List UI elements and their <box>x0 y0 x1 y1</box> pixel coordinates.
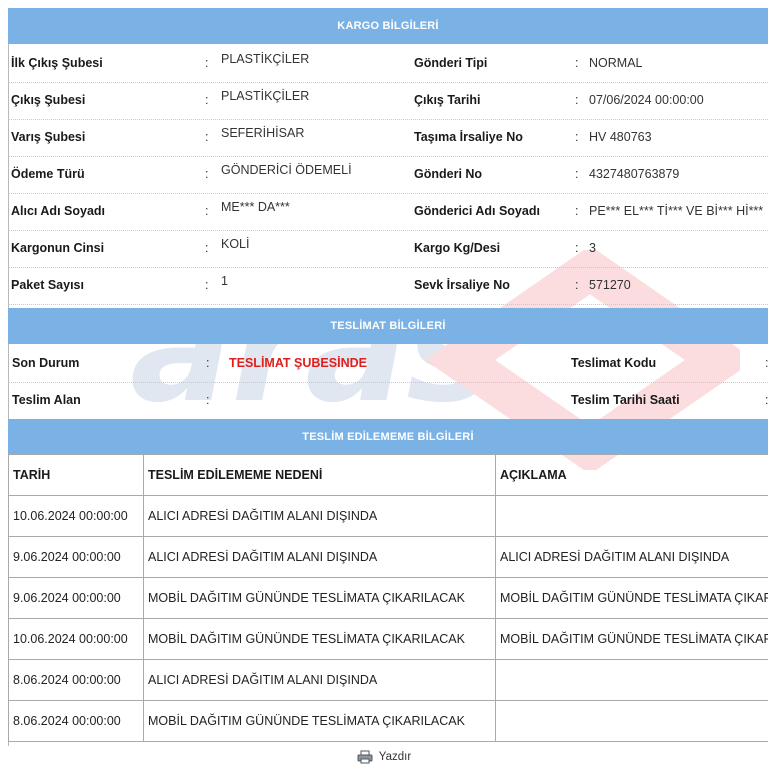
teslimat-colon: : <box>206 356 210 370</box>
table-cell: MOBİL DAĞITIM GÜNÜNDE TESLİMATA ÇIKARILA… <box>143 700 496 742</box>
table-row: 8.06.2024 00:00:00 MOBİL DAĞITIM GÜNÜNDE … <box>8 700 768 742</box>
kargo-colon: : <box>575 204 579 218</box>
kargo-label: Çıkış Tarihi <box>414 93 481 107</box>
table-cell: MOBİL DAĞITIM GÜNÜNDE TESLİMATA ÇIKARILA… <box>143 618 496 660</box>
kargo-value: PLASTİKÇİLER <box>221 89 310 103</box>
print-link[interactable]: Yazdır <box>0 746 768 768</box>
kargo-value: PE*** EL*** Tİ*** VE Bİ*** Hİ*** <box>589 204 764 218</box>
table-cell: 8.06.2024 00:00:00 <box>8 659 144 701</box>
kargo-value: 1 <box>221 274 228 288</box>
kargo-value: HV 480763 <box>589 130 652 144</box>
kargo-label: Varış Şubesi <box>11 130 86 144</box>
kargo-label: Kargonun Cinsi <box>11 241 105 255</box>
edilememe-section-header: TESLİM EDİLEMEME BİLGİLERİ <box>8 419 768 455</box>
kargo-colon: : <box>575 278 579 292</box>
teslimat-label: Teslimat Kodu <box>571 356 657 370</box>
kargo-colon: : <box>205 56 209 70</box>
kargo-row: İlk Çıkış Şubesi: PLASTİKÇİLER Gönderi Tip… <box>8 45 768 83</box>
kargo-colon: : <box>205 241 209 255</box>
table-header-row: TARİH TESLİM EDİLEMEME NEDENİ AÇIKLAMA <box>8 454 768 496</box>
table-cell: 9.06.2024 00:00:00 <box>8 577 144 619</box>
col-header-tarih: TARİH <box>8 454 144 496</box>
kargo-colon: : <box>575 93 579 107</box>
kargo-row: Alıcı Adı Soyadı: ME*** DA*** Gönderici Ad… <box>8 193 768 231</box>
printer-icon <box>357 750 373 764</box>
col-header-neden: TESLİM EDİLEMEME NEDENİ <box>143 454 496 496</box>
kargo-row: Ödeme Türü: GÖNDERİCİ ÖDEMELİ Gönderi No:4… <box>8 156 768 194</box>
kargo-value: PLASTİKÇİLER <box>221 52 310 66</box>
kargo-colon: : <box>575 56 579 70</box>
kargo-value: 571270 <box>589 278 631 292</box>
kargo-value: 07/06/2024 00:00:00 <box>589 93 704 107</box>
kargo-row: Kargonun Cinsi: KOLİ Kargo Kg/Desi:3 <box>8 230 768 268</box>
kargo-value: NORMAL <box>589 56 643 70</box>
kargo-colon: : <box>205 167 209 181</box>
table-row: 10.06.2024 00:00:00 MOBİL DAĞITIM GÜNÜNDE… <box>8 618 768 660</box>
table-cell: ALICI ADRESİ DAĞITIM ALANI DIŞINDA <box>143 536 496 578</box>
table-row: 10.06.2024 00:00:00 ALICI ADRESİ DAĞITIM … <box>8 495 768 537</box>
kargo-colon: : <box>205 93 209 107</box>
table-cell: 10.06.2024 00:00:00 <box>8 495 144 537</box>
kargo-colon: : <box>205 278 209 292</box>
kargo-colon: : <box>575 130 579 144</box>
col-header-aciklama: AÇIKLAMA <box>495 454 768 496</box>
kargo-colon: : <box>575 241 579 255</box>
kargo-colon: : <box>205 130 209 144</box>
teslim-edilememe-table: TARİH TESLİM EDİLEMEME NEDENİ AÇIKLAMA 1… <box>8 454 768 742</box>
teslimat-row: Teslim Alan:Teslim Tarihi Saati: <box>8 382 768 420</box>
table-cell: MOBİL DAĞITIM GÜNÜNDE TESLİMATA ÇIKARILA… <box>495 618 768 660</box>
kargo-label: Gönderici Adı Soyadı <box>414 204 540 218</box>
table-row: 8.06.2024 00:00:00 ALICI ADRESİ DAĞITIM A… <box>8 659 768 701</box>
table-cell: 10.06.2024 00:00:00 <box>8 618 144 660</box>
teslimat-label: Teslim Tarihi Saati <box>571 393 680 407</box>
kargo-label: İlk Çıkış Şubesi <box>11 56 103 70</box>
kargo-value: GÖNDERİCİ ÖDEMELİ <box>221 163 352 177</box>
kargo-section-header: KARGO BİLGİLERİ <box>8 8 768 44</box>
kargo-label: Gönderi Tipi <box>414 56 488 70</box>
kargo-label: Çıkış Şubesi <box>11 93 86 107</box>
kargo-label: Paket Sayısı <box>11 278 84 292</box>
teslimat-section-header: TESLİMAT BİLGİLERİ <box>8 308 768 344</box>
kargo-label: Taşıma İrsaliye No <box>414 130 523 144</box>
table-cell: 9.06.2024 00:00:00 <box>8 536 144 578</box>
kargo-label: Ödeme Türü <box>11 167 85 181</box>
print-label[interactable]: Yazdır <box>379 751 411 763</box>
status-value: TESLİMAT ŞUBESİNDE <box>229 356 367 370</box>
kargo-label: Alıcı Adı Soyadı <box>11 204 106 218</box>
kargo-label: Sevk İrsaliye No <box>414 278 510 292</box>
kargo-value: KOLİ <box>221 237 250 251</box>
table-cell: ALICI ADRESİ DAĞITIM ALANI DIŞINDA <box>143 659 496 701</box>
table-cell: MOBİL DAĞITIM GÜNÜNDE TESLİMATA ÇIKARILA… <box>495 577 768 619</box>
kargo-label: Gönderi No <box>414 167 483 181</box>
kargo-label: Kargo Kg/Desi <box>414 241 501 255</box>
kargo-colon: : <box>205 204 209 218</box>
table-cell: ALICI ADRESİ DAĞITIM ALANI DIŞINDA <box>143 495 496 537</box>
teslimat-label: Teslim Alan <box>12 393 81 407</box>
teslimat-section-title: TESLİMAT BİLGİLERİ <box>330 320 446 332</box>
edilememe-section-title: TESLİM EDİLEMEME BİLGİLERİ <box>302 431 474 443</box>
table-cell: ALICI ADRESİ DAĞITIM ALANI DIŞINDA <box>495 536 768 578</box>
kargo-value: SEFERİHİSAR <box>221 126 305 140</box>
kargo-value: 3 <box>589 241 596 255</box>
table-cell <box>495 700 768 742</box>
kargo-colon: : <box>575 167 579 181</box>
teslimat-label: Son Durum <box>12 356 80 370</box>
teslimat-colon: : <box>206 393 210 407</box>
table-row: 9.06.2024 00:00:00 MOBİL DAĞITIM GÜNÜNDE … <box>8 577 768 619</box>
kargo-row: Paket Sayısı:1 Sevk İrsaliye No:571270 <box>8 267 768 305</box>
kargo-value: ME*** DA*** <box>221 200 290 214</box>
table-cell <box>495 495 768 537</box>
table-cell: 8.06.2024 00:00:00 <box>8 700 144 742</box>
teslimat-row: Son Durum: TESLİMAT ŞUBESİNDE Teslimat Kod… <box>8 345 768 383</box>
table-row: 9.06.2024 00:00:00 ALICI ADRESİ DAĞITIM A… <box>8 536 768 578</box>
kargo-value: 4327480763879 <box>589 167 680 181</box>
kargo-row: Varış Şubesi: SEFERİHİSAR Taşıma İrsaliye … <box>8 119 768 157</box>
table-cell <box>495 659 768 701</box>
table-cell: MOBİL DAĞITIM GÜNÜNDE TESLİMATA ÇIKARILA… <box>143 577 496 619</box>
kargo-section-title: KARGO BİLGİLERİ <box>337 20 439 32</box>
kargo-row: Çıkış Şubesi: PLASTİKÇİLER Çıkış Tarihi:07… <box>8 82 768 120</box>
